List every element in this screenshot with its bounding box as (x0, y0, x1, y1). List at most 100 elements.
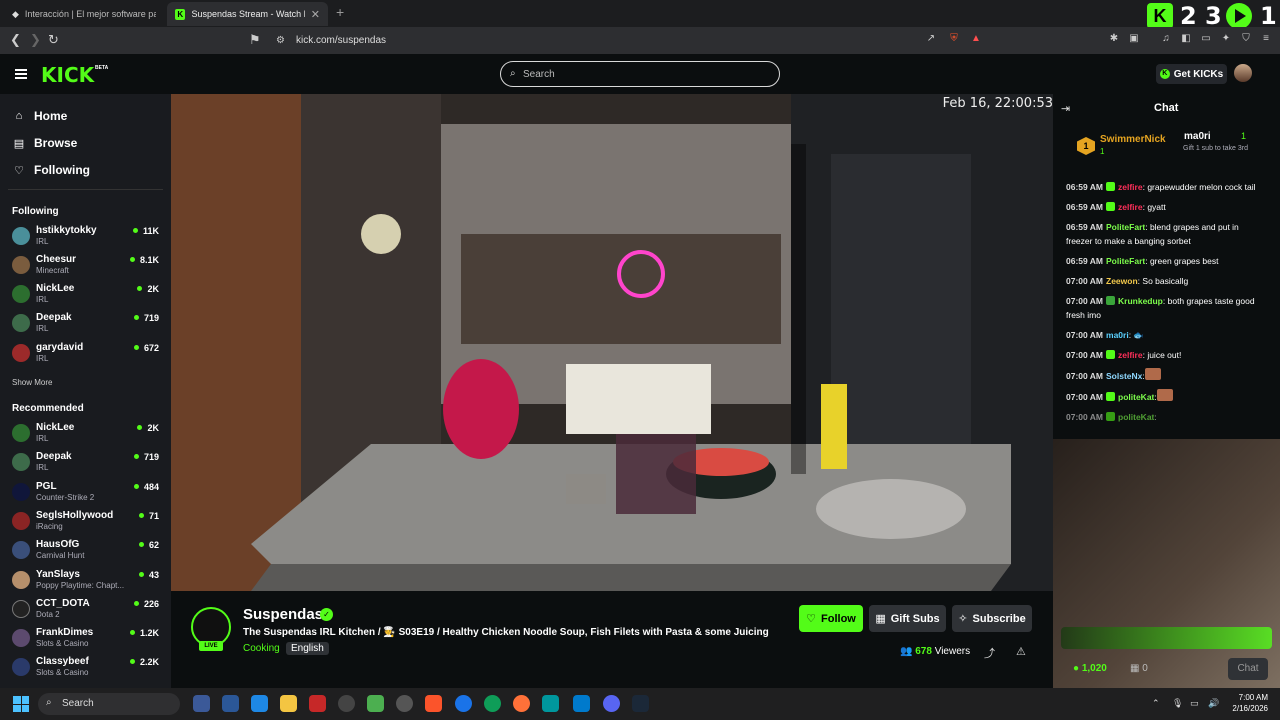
message-user[interactable]: zelfire (1118, 202, 1143, 212)
volume-icon[interactable]: 🔊 (1208, 698, 1219, 709)
message-user[interactable]: Zeewon (1106, 276, 1138, 286)
bookmark-icon[interactable]: ⚑ (249, 32, 261, 48)
site-info-icon[interactable]: ⚙ (276, 35, 285, 46)
sidebar-channel[interactable]: Deepak IRL 719 (12, 451, 162, 477)
steam-icon[interactable] (632, 695, 649, 712)
verified-check-icon: ✓ (320, 608, 333, 621)
chat-input[interactable] (1061, 627, 1272, 649)
sidebar-channel[interactable]: NickLee IRL 2K (12, 422, 162, 448)
message-user[interactable]: zelfire (1118, 182, 1143, 192)
sidebar-channel[interactable]: Cheesur Minecraft 8.1K (12, 254, 162, 280)
edge-icon[interactable] (484, 695, 501, 712)
forward-icon[interactable]: ❯ (30, 32, 41, 48)
message-user[interactable]: politeKat (1118, 412, 1154, 422)
message-user[interactable]: Krunkedup (1118, 296, 1163, 306)
sidebar-channel[interactable]: Classybeef Slots & Casino 2.2K (12, 656, 162, 682)
taskbar-search-label: Search (62, 698, 94, 709)
video-player[interactable]: Feb 16, 22:00:53 (171, 94, 1053, 591)
sidebar-channel[interactable]: SeglsHollywood iRacing 71 (12, 510, 162, 536)
wallet-icon[interactable]: ▭ (1200, 33, 1212, 45)
follow-button[interactable]: ♡ Follow (799, 605, 863, 632)
sidebar-item-browse[interactable]: ▤ Browse (13, 136, 78, 150)
user-avatar[interactable] (1234, 64, 1252, 82)
heart-icon: ♡ (14, 164, 24, 177)
get-kicks-button[interactable]: K Get KICKs (1156, 64, 1227, 84)
sidebar-toggle-icon[interactable]: ◧ (1180, 33, 1192, 45)
stream-category-link[interactable]: Cooking (243, 643, 280, 654)
chat-message: 07:00 AM Zeewon: So basicallg (1066, 274, 1262, 288)
sidebar-item-home[interactable]: ⌂ Home (13, 109, 68, 123)
second-gifter-name[interactable]: ma0ri (1184, 131, 1211, 142)
new-tab-button[interactable]: + (336, 4, 344, 20)
brave-shield-icon[interactable]: ⛨ (948, 33, 960, 45)
extensions-icon[interactable]: ✱ (1108, 33, 1120, 45)
tray-chevron-icon[interactable]: ⌃ (1152, 698, 1160, 709)
system-clock[interactable]: 7:00 AM 2/16/2026 (1228, 692, 1268, 714)
vscode-icon[interactable] (573, 695, 590, 712)
network-icon[interactable]: ▭ (1190, 698, 1199, 709)
kick-logo[interactable]: KICK (41, 63, 94, 87)
top-gifter-name[interactable]: SwimmerNick (1100, 134, 1166, 145)
sidebar-channel[interactable]: HausOfG Carnival Hunt 62 (12, 539, 162, 565)
brave-rewards-icon[interactable]: ▲ (970, 33, 982, 45)
media-icon[interactable]: ♫ (1160, 33, 1172, 45)
share-page-icon[interactable]: ↗ (925, 33, 937, 45)
leo-ai-icon[interactable]: ✦ (1220, 33, 1232, 45)
app-icon[interactable] (338, 695, 355, 712)
app-icon[interactable] (251, 695, 268, 712)
brave-browser-icon[interactable] (425, 695, 442, 712)
sidebar-channel[interactable]: NickLee IRL 2K (12, 283, 162, 309)
back-icon[interactable]: ❮ (10, 32, 21, 48)
firefox-icon[interactable] (513, 695, 530, 712)
microphone-icon[interactable]: 🎙 (1172, 698, 1183, 709)
discord-icon[interactable] (603, 695, 620, 712)
streamer-name[interactable]: Suspendas (243, 606, 323, 623)
collapse-chat-icon[interactable]: ⇥ (1061, 102, 1070, 115)
app-icon[interactable] (193, 695, 210, 712)
browser-tab-2[interactable]: K Suspendas Stream - Watch Li ✕ (167, 2, 328, 26)
url-bar[interactable]: kick.com/suspendas (296, 35, 386, 46)
channel-name: HausOfG (36, 539, 80, 550)
app-icon[interactable] (222, 695, 239, 712)
sidebar-channel[interactable]: FrankDimes Slots & Casino 1.2K (12, 627, 162, 653)
message-user[interactable]: SolsteNx (1106, 371, 1142, 381)
tab-label: Interacción | El mejor software para p (24, 9, 156, 19)
share-icon[interactable]: ⤴ (984, 645, 995, 661)
tab-label: Suspendas Stream - Watch Li (191, 9, 305, 19)
message-user[interactable]: politeKat (1118, 392, 1154, 402)
subscribe-button[interactable]: ✧ Subscribe (952, 605, 1032, 632)
reload-icon[interactable]: ↻ (48, 32, 59, 48)
sidebar-channel[interactable]: garydavid IRL 672 (12, 342, 162, 368)
app-icon[interactable] (367, 695, 384, 712)
message-user[interactable]: PoliteFart (1106, 256, 1145, 266)
browser-tab-1[interactable]: ◆ Interacción | El mejor software para p (4, 2, 164, 26)
menu-icon[interactable]: ≡ (1260, 33, 1272, 45)
file-explorer-icon[interactable] (280, 695, 297, 712)
chrome-icon[interactable] (455, 695, 472, 712)
gift-subs-button[interactable]: ▦ Gift Subs (869, 605, 946, 632)
vpn-icon[interactable]: ⛉ (1240, 33, 1252, 45)
search-input[interactable]: ⌕ Search (500, 61, 780, 87)
sidebar-item-following[interactable]: ♡ Following (13, 163, 90, 177)
sidebar-channel[interactable]: Deepak IRL 719 (12, 312, 162, 338)
stream-language-tag[interactable]: English (286, 642, 329, 655)
sidebar-channel[interactable]: hstikkytokky IRL 11K (12, 225, 162, 251)
app-icon[interactable] (309, 695, 326, 712)
report-icon[interactable]: ⚠ (1016, 645, 1026, 658)
sidebar-channel[interactable]: CCT_DOTA Dota 2 226 (12, 598, 162, 624)
hamburger-menu-icon[interactable] (15, 69, 27, 79)
windows-start-icon[interactable] (13, 696, 29, 712)
send-chat-button[interactable]: Chat (1228, 658, 1268, 680)
taskbar-search[interactable]: ⌕ Search (38, 693, 180, 715)
message-user[interactable]: PoliteFart (1106, 222, 1145, 232)
app-icon[interactable] (542, 695, 559, 712)
close-tab-icon[interactable]: ✕ (311, 8, 320, 21)
show-more-link[interactable]: Show More (12, 378, 52, 387)
message-user[interactable]: zelfire (1118, 350, 1143, 360)
app-icon[interactable] (396, 695, 413, 712)
screenshot-icon[interactable]: ▣ (1128, 33, 1140, 45)
sidebar-channel[interactable]: YanSlays Poppy Playtime: Chapt... 43 (12, 569, 162, 595)
channel-name: YanSlays (36, 569, 80, 580)
message-user[interactable]: ma0ri (1106, 330, 1129, 340)
sidebar-channel[interactable]: PGL Counter-Strike 2 484 (12, 481, 162, 507)
